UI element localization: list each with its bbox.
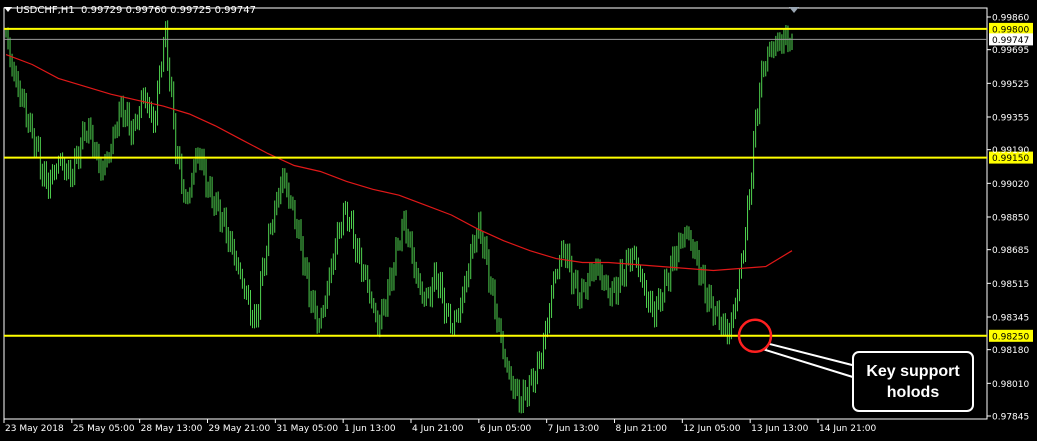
- x-tick-label: 23 May 2018: [5, 424, 64, 434]
- y-tick-label: 0.99355: [992, 113, 1029, 123]
- y-tick-label: 0.98515: [992, 280, 1029, 290]
- x-tick-label: 1 Jun 13:00: [344, 424, 396, 434]
- x-tick-label: 8 Jun 21:00: [616, 424, 668, 434]
- x-tick-label: 7 Jun 13:00: [548, 424, 600, 434]
- current-price-label: 0.99747: [992, 36, 1029, 46]
- callout-line-2: holods: [886, 383, 940, 401]
- x-tick-label: 31 May 05:00: [276, 424, 338, 434]
- ohlc-values: 0.99729 0.99760 0.99725 0.99747: [81, 5, 256, 16]
- x-tick-label: 12 Jun 05:00: [683, 424, 740, 434]
- y-tick-label: 0.97845: [992, 413, 1029, 423]
- y-tick-label: 0.99020: [992, 180, 1029, 190]
- y-tick-label: 0.98180: [992, 346, 1029, 356]
- y-tick-label: 0.99190: [992, 146, 1029, 156]
- x-tick-label: 29 May 21:00: [209, 424, 271, 434]
- key-support-callout: Key support holods: [852, 351, 974, 412]
- x-tick-label: 28 May 13:00: [141, 424, 203, 434]
- callout-line-1: Key support: [866, 362, 960, 380]
- x-tick-label: 25 May 05:00: [73, 424, 135, 434]
- chart-header: USDCHF,H1 0.99729 0.99760 0.99725 0.9974…: [4, 5, 256, 16]
- dropdown-triangle-icon[interactable]: [4, 7, 12, 12]
- y-tick-label: 0.99860: [992, 14, 1029, 24]
- x-tick-label: 4 Jun 21:00: [412, 424, 464, 434]
- y-tick-label: 0.98685: [992, 246, 1029, 256]
- level-price-label: 0.98250: [992, 332, 1029, 342]
- x-tick-label: 14 Jun 21:00: [819, 424, 876, 434]
- y-tick-label: 0.98010: [992, 380, 1029, 390]
- y-tick-label: 0.98850: [992, 213, 1029, 223]
- y-tick-label: 0.99525: [992, 80, 1029, 90]
- x-tick-label: 13 Jun 13:00: [751, 424, 808, 434]
- y-tick-label: 0.98345: [992, 313, 1029, 323]
- y-tick-label: 0.99695: [992, 46, 1029, 56]
- x-tick-label: 6 Jun 05:00: [480, 424, 532, 434]
- symbol-label: USDCHF,H1: [16, 5, 75, 16]
